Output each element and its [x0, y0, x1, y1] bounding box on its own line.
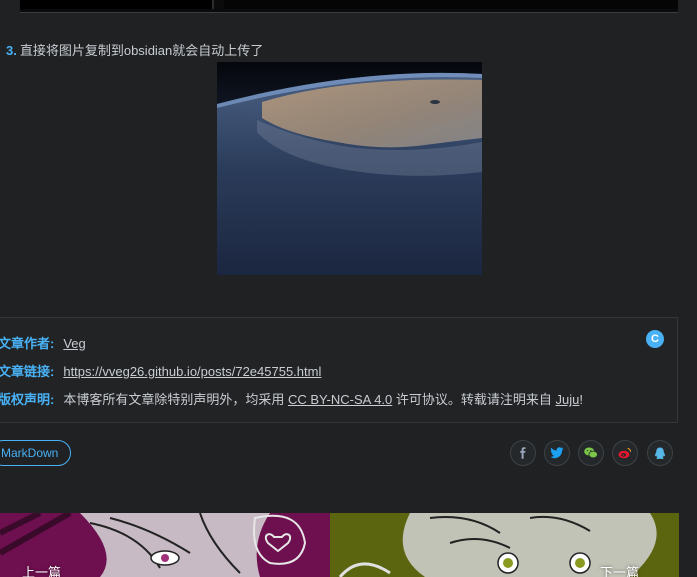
weibo-icon: [618, 447, 631, 459]
code-line-gutter: [20, 0, 214, 9]
copyright-author-row: 文章作者: Veg: [0, 333, 86, 352]
list-item-step-3: 3. 直接将图片复制到obsidian就会自动上传了: [6, 40, 263, 59]
copyright-author-label: 文章作者:: [0, 336, 55, 351]
license-text-end: !: [579, 392, 584, 407]
post-pagination: 上一篇 下一篇: [0, 513, 679, 577]
share-qq-button[interactable]: [647, 440, 673, 466]
earth-photo[interactable]: [217, 62, 482, 275]
twitter-icon: [550, 447, 564, 459]
share-twitter-button[interactable]: [544, 440, 570, 466]
copyright-icon: C: [646, 330, 664, 348]
copyright-license-row: 版权声明: 本博客所有文章除特别声明外，均采用 CC BY-NC-SA 4.0 许…: [0, 389, 583, 408]
next-post-link[interactable]: 下一篇: [330, 513, 679, 577]
copyright-license-label: 版权声明:: [0, 392, 55, 407]
list-number: 3.: [6, 43, 17, 58]
facebook-icon: [520, 447, 526, 459]
share-facebook-button[interactable]: [510, 440, 536, 466]
license-text-middle: 许可协议。转载请注明来自: [395, 392, 552, 407]
code-horizontal-scrollbar[interactable]: [224, 0, 678, 9]
copyright-link-label: 文章链接:: [0, 364, 55, 379]
wechat-icon: [584, 447, 598, 459]
next-post-label: 下一篇: [599, 565, 639, 577]
author-link[interactable]: Veg: [63, 336, 85, 351]
site-link[interactable]: Juju: [556, 392, 580, 407]
code-block-bottom: [20, 0, 678, 13]
list-item-text: 直接将图片复制到obsidian就会自动上传了: [19, 43, 264, 58]
post-url-link[interactable]: https://vveg26.github.io/posts/72e45755.…: [63, 364, 321, 379]
license-text-prefix: 本博客所有文章除特别声明外，均采用: [63, 392, 285, 407]
post-tag-markdown[interactable]: MarkDown: [0, 440, 72, 466]
post-copyright: 文章作者: Veg 文章链接: https://vveg26.github.io/p…: [0, 317, 678, 423]
qq-icon: [655, 447, 665, 459]
share-wechat-button[interactable]: [578, 440, 604, 466]
prev-post-link[interactable]: 上一篇: [0, 513, 330, 577]
copyright-link-row: 文章链接: https://vveg26.github.io/posts/72e4…: [0, 361, 321, 380]
prev-post-label: 上一篇: [22, 565, 62, 577]
share-weibo-button[interactable]: [612, 440, 638, 466]
license-link[interactable]: CC BY-NC-SA 4.0: [288, 392, 392, 407]
